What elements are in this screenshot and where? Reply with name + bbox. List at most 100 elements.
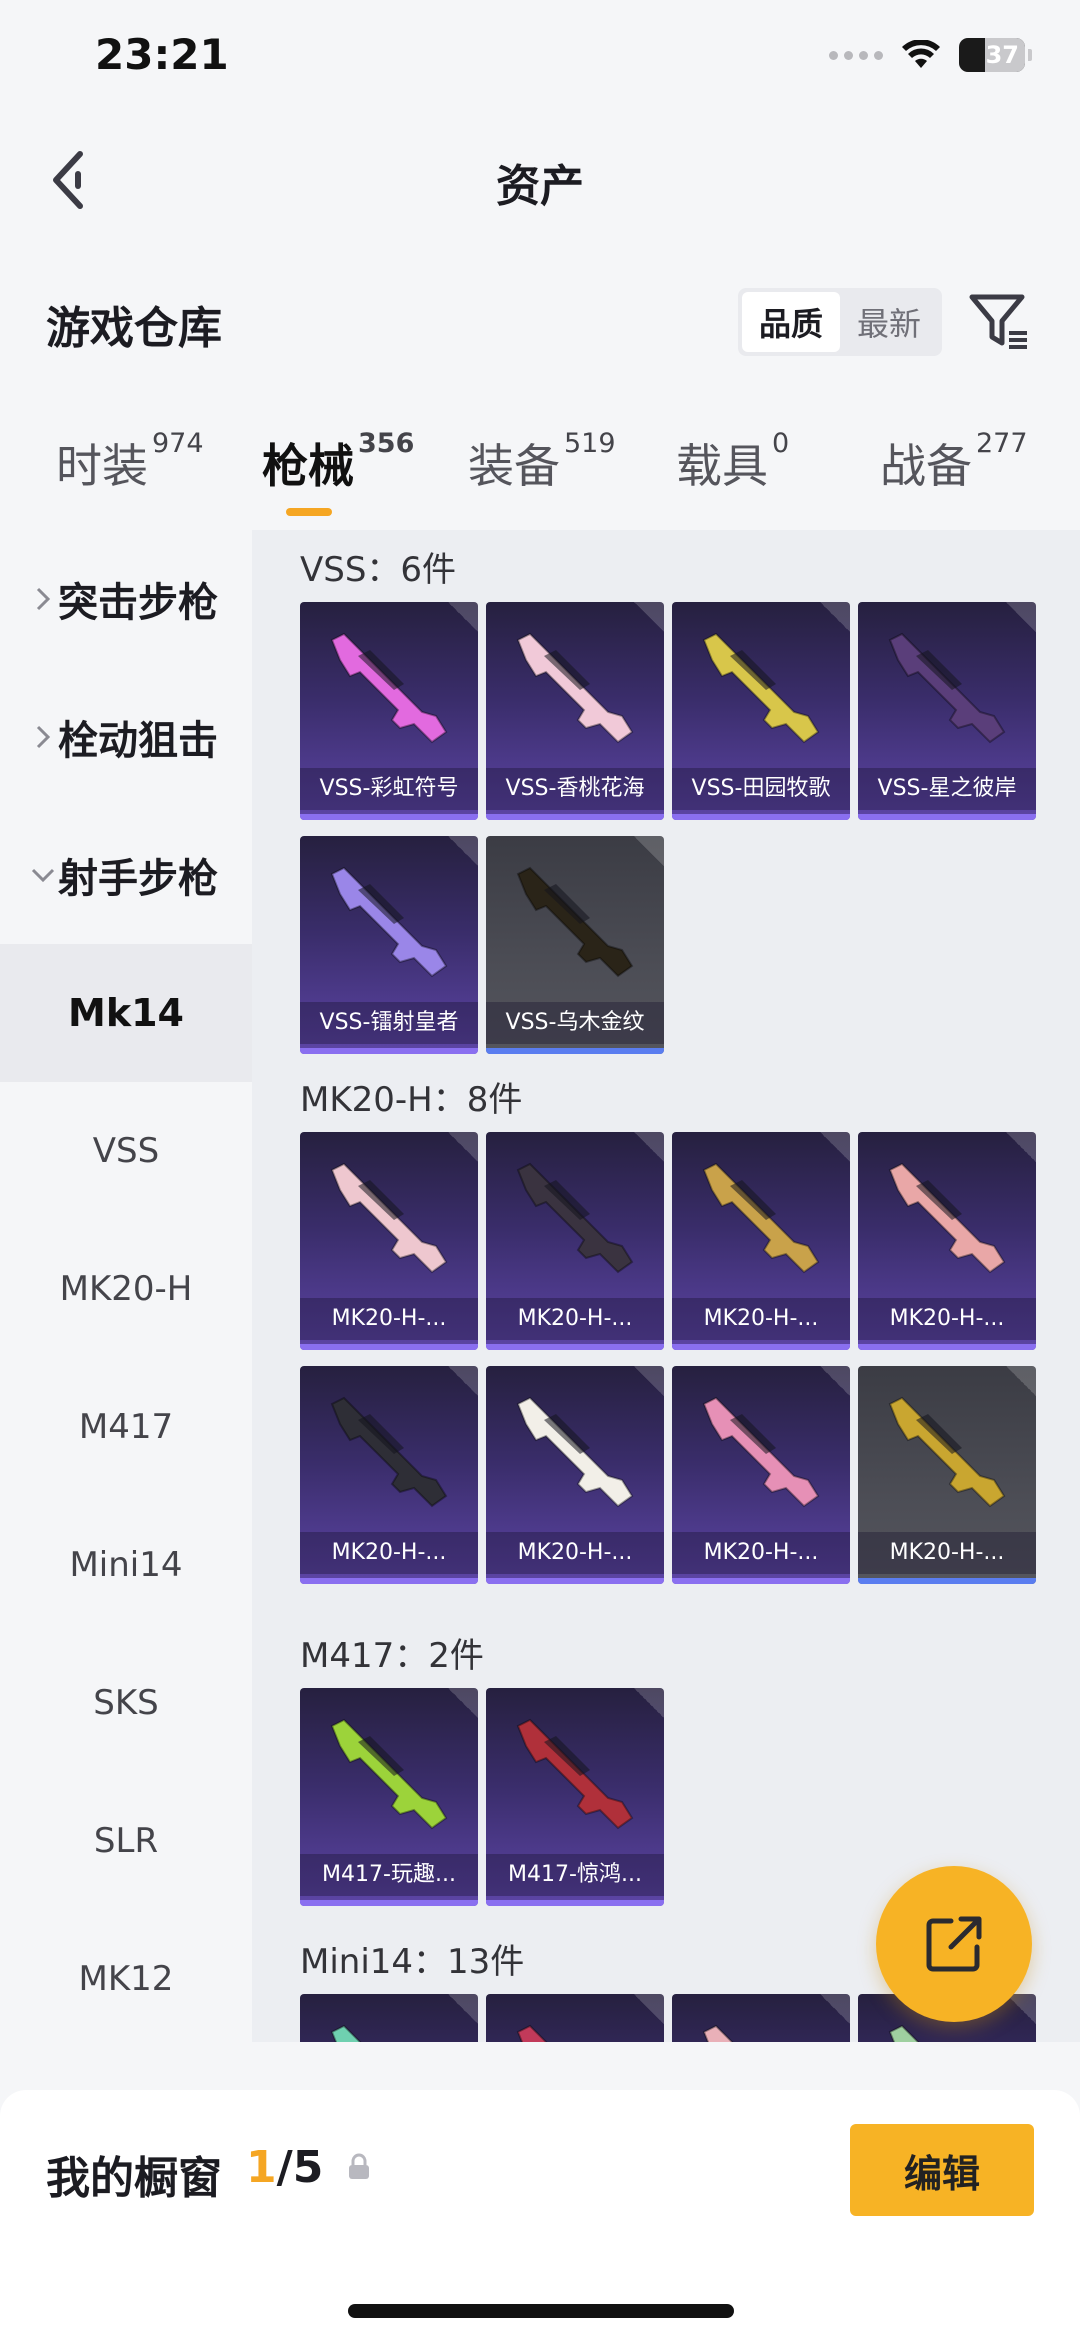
sidebar-item-sks[interactable]: SKS <box>0 1634 252 1772</box>
skin-card[interactable]: MK20-H-... <box>858 1132 1036 1350</box>
skin-name: MK20-H-... <box>672 1298 850 1340</box>
page-title: 资产 <box>496 161 584 212</box>
chevron-down-icon <box>28 867 58 883</box>
skin-card[interactable]: MK20-H-... <box>486 1132 664 1350</box>
sidebar-category-assault-rifle[interactable]: 突击步枪 <box>0 530 252 668</box>
tab-count: 0 <box>772 428 790 459</box>
signal-dots-icon <box>829 50 883 60</box>
nav-bar: 资产 <box>0 130 1080 230</box>
sidebar-item-m417[interactable]: M417 <box>0 1358 252 1496</box>
rarity-bar <box>672 814 850 820</box>
edit-button[interactable]: 编辑 <box>850 2124 1034 2216</box>
skin-name: VSS-星之彼岸 <box>858 768 1036 810</box>
showcase-current: 1 <box>246 2142 277 2193</box>
skin-card[interactable]: VSS-香桃花海 <box>486 602 664 820</box>
tab-label: 枪械 <box>262 439 354 493</box>
tab-equipment[interactable]: 装备 519 <box>468 428 616 496</box>
skin-card[interactable]: VSS-镭射皇者 <box>300 836 478 1054</box>
sidebar-category-label: 栓动狙击 <box>58 718 218 764</box>
lock-icon <box>349 2153 369 2179</box>
category-tabs: 时装 974 枪械 356 装备 519 载具 0 战备 277 <box>0 428 1080 530</box>
skin-card[interactable] <box>672 1994 850 2042</box>
rarity-bar <box>486 1900 664 1906</box>
chevron-right-icon <box>28 586 58 612</box>
rarity-bar <box>486 1344 664 1350</box>
share-icon <box>926 1916 982 1972</box>
skin-card[interactable]: MK20-H-... <box>672 1366 850 1584</box>
showcase-bar: 我的橱窗 1/5 编辑 <box>0 2090 1080 2339</box>
status-icons: 37 <box>829 38 1032 72</box>
filter-icon <box>969 294 1027 349</box>
sidebar-item-mk12[interactable]: MK12 <box>0 1910 252 2048</box>
sidebar-item-slr[interactable]: SLR <box>0 1772 252 1910</box>
rifle-icon <box>330 866 448 978</box>
skin-card[interactable] <box>300 1994 478 2042</box>
skin-card[interactable]: M417-玩趣... <box>300 1688 478 1906</box>
sidebar-category-bolt-sniper[interactable]: 栓动狙击 <box>0 668 252 806</box>
group-title: MK20-H：8件 <box>300 1080 523 1120</box>
tab-count: 356 <box>358 428 415 459</box>
skin-name: MK20-H-... <box>300 1298 478 1340</box>
share-button[interactable] <box>876 1866 1032 2022</box>
rifle-icon <box>330 1718 448 1830</box>
rifle-icon <box>330 1396 448 1508</box>
skin-card[interactable]: M417-惊鸿... <box>486 1688 664 1906</box>
tab-count: 519 <box>564 428 616 459</box>
skin-card[interactable]: MK20-H-... <box>672 1132 850 1350</box>
battery-icon: 37 <box>959 38 1032 72</box>
sidebar-item-mk20h[interactable]: MK20-H <box>0 1220 252 1358</box>
skin-card[interactable]: VSS-星之彼岸 <box>858 602 1036 820</box>
rifle-icon <box>516 632 634 744</box>
rifle-icon <box>516 866 634 978</box>
rifle-icon <box>702 1162 820 1274</box>
sidebar-category-label: 突击步枪 <box>58 580 218 626</box>
skin-card[interactable]: MK20-H-... <box>858 1366 1036 1584</box>
filter-button[interactable] <box>968 290 1032 354</box>
skin-name: M417-惊鸿... <box>486 1854 664 1896</box>
skin-card[interactable]: MK20-H-... <box>486 1366 664 1584</box>
rarity-bar <box>300 1900 478 1906</box>
active-tab-indicator <box>286 508 332 516</box>
sidebar-item-mk14[interactable]: Mk14 <box>0 944 252 1082</box>
skin-name: MK20-H-... <box>486 1532 664 1574</box>
tab-label: 战备 <box>880 439 972 493</box>
tab-vehicles[interactable]: 载具 0 <box>676 428 790 496</box>
skin-name: VSS-香桃花海 <box>486 768 664 810</box>
group-title: Mini14：13件 <box>300 1942 525 1982</box>
status-time: 23:21 <box>95 30 229 79</box>
rifle-icon <box>330 1162 448 1274</box>
rarity-bar <box>300 814 478 820</box>
sort-quality-option[interactable]: 品质 <box>742 292 840 352</box>
skin-card[interactable]: VSS-田园牧歌 <box>672 602 850 820</box>
sort-newest-option[interactable]: 最新 <box>840 292 938 352</box>
skin-grid: VSS：6件 VSS-彩虹符号 VSS-香桃花海 VSS-田园牧歌 VSS-星之彼岸 VS… <box>252 530 1080 2042</box>
tab-fashion[interactable]: 时装 974 <box>56 428 204 496</box>
skin-name: VSS-镭射皇者 <box>300 1002 478 1044</box>
rifle-icon <box>888 1396 1006 1508</box>
skin-card[interactable]: MK20-H-... <box>300 1366 478 1584</box>
rarity-bar <box>486 1578 664 1584</box>
skin-name: MK20-H-... <box>486 1298 664 1340</box>
sidebar-category-label: 射手步枪 <box>58 856 218 902</box>
tab-firearms[interactable]: 枪械 356 <box>262 428 415 496</box>
home-indicator <box>348 2304 734 2318</box>
tab-count: 974 <box>152 428 204 459</box>
rifle-icon <box>516 1718 634 1830</box>
rarity-bar <box>486 814 664 820</box>
rifle-icon <box>702 632 820 744</box>
status-bar: 23:21 37 <box>0 0 1080 120</box>
skin-card[interactable] <box>486 1994 664 2042</box>
skin-card[interactable]: VSS-彩虹符号 <box>300 602 478 820</box>
sidebar-item-vss[interactable]: VSS <box>0 1082 252 1220</box>
sort-toggle: 品质 最新 <box>738 288 942 356</box>
tab-supplies[interactable]: 战备 277 <box>880 428 1028 496</box>
sidebar-category-marksman-rifle[interactable]: 射手步枪 <box>0 806 252 944</box>
rarity-bar <box>858 1344 1036 1350</box>
group-title: M417：2件 <box>300 1636 484 1676</box>
warehouse-title: 游戏仓库 <box>46 303 222 354</box>
skin-card[interactable]: VSS-乌木金纹 <box>486 836 664 1054</box>
showcase-label: 我的橱窗 <box>46 2153 222 2204</box>
skin-card[interactable]: MK20-H-... <box>300 1132 478 1350</box>
rarity-bar <box>300 1048 478 1054</box>
sidebar-item-mini14[interactable]: Mini14 <box>0 1496 252 1634</box>
